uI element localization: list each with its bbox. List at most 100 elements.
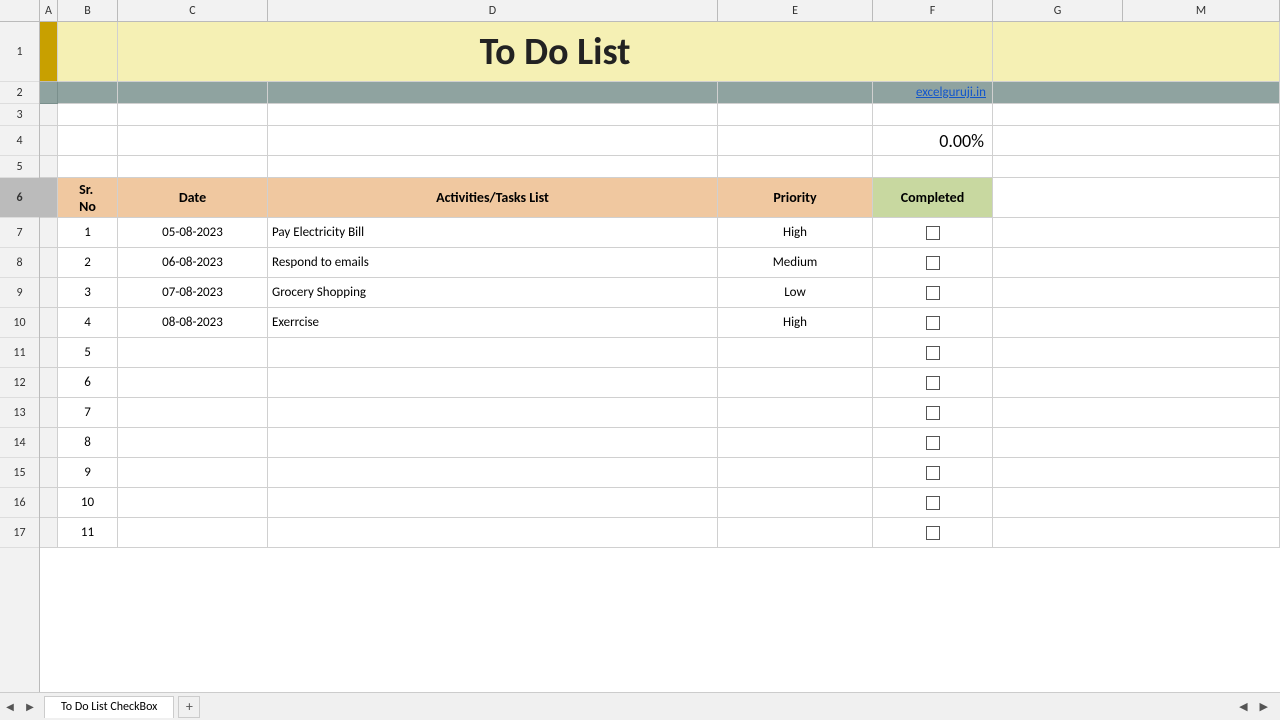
cell-priority-7[interactable]: High [718,218,873,248]
rownum-4[interactable]: 4 [0,126,39,156]
cell-date-9[interactable]: 07-08-2023 [118,278,268,308]
cell-d3[interactable] [268,104,718,126]
checkbox-15[interactable] [926,466,940,480]
cell-completed-15[interactable] [873,458,993,488]
cell-date-7[interactable]: 05-08-2023 [118,218,268,248]
cell-e3[interactable] [718,104,873,126]
checkbox-17[interactable] [926,526,940,540]
cell-completed-10[interactable] [873,308,993,338]
checkbox-16[interactable] [926,496,940,510]
cell-e4[interactable] [718,126,873,156]
cell-priority-11[interactable] [718,338,873,368]
cell-priority-13[interactable] [718,398,873,428]
rownum-7[interactable]: 7 [0,218,39,248]
cell-task-9[interactable]: Grocery Shopping [268,278,718,308]
checkbox-10[interactable] [926,316,940,330]
rownum-8[interactable]: 8 [0,248,39,278]
cell-task-11[interactable] [268,338,718,368]
cell-priority-8[interactable]: Medium [718,248,873,278]
cell-date-13[interactable] [118,398,268,428]
cell-task-12[interactable] [268,368,718,398]
cell-task-17[interactable] [268,518,718,548]
cell-date-17[interactable] [118,518,268,548]
rownum-17[interactable]: 17 [0,518,39,548]
cell-date-15[interactable] [118,458,268,488]
scroll-left[interactable]: ◀ [1235,698,1251,715]
cell-b1[interactable] [58,22,118,82]
cell-date-16[interactable] [118,488,268,518]
rownum-1[interactable]: 1 [0,22,39,82]
cell-date-12[interactable] [118,368,268,398]
cell-priority-14[interactable] [718,428,873,458]
cell-task-7[interactable]: Pay Electricity Bill [268,218,718,248]
cell-b3[interactable] [58,104,118,126]
rownum-15[interactable]: 15 [0,458,39,488]
cell-task-13[interactable] [268,398,718,428]
checkbox-13[interactable] [926,406,940,420]
col-header-b[interactable]: B [58,0,118,21]
checkbox-8[interactable] [926,256,940,270]
cell-task-10[interactable]: Exerrcise [268,308,718,338]
cell-f5[interactable] [873,156,993,178]
cell-b5[interactable] [58,156,118,178]
checkbox-11[interactable] [926,346,940,360]
cell-b4[interactable] [58,126,118,156]
checkbox-12[interactable] [926,376,940,390]
rownum-12[interactable]: 12 [0,368,39,398]
checkbox-9[interactable] [926,286,940,300]
cell-c5[interactable] [118,156,268,178]
cell-date-10[interactable]: 08-08-2023 [118,308,268,338]
cell-priority-10[interactable]: High [718,308,873,338]
cell-priority-9[interactable]: Low [718,278,873,308]
cell-priority-17[interactable] [718,518,873,548]
rownum-11[interactable]: 11 [0,338,39,368]
cell-completed-11[interactable] [873,338,993,368]
cell-date-14[interactable] [118,428,268,458]
rownum-16[interactable]: 16 [0,488,39,518]
rownum-10[interactable]: 10 [0,308,39,338]
cell-completed-9[interactable] [873,278,993,308]
cell-completed-13[interactable] [873,398,993,428]
cell-task-14[interactable] [268,428,718,458]
checkbox-14[interactable] [926,436,940,450]
cell-priority-15[interactable] [718,458,873,488]
rownum-13[interactable]: 13 [0,398,39,428]
cell-c4[interactable] [118,126,268,156]
col-header-f[interactable]: F [873,0,993,21]
cell-completed-12[interactable] [873,368,993,398]
cell-priority-12[interactable] [718,368,873,398]
rownum-3[interactable]: 3 [0,104,39,126]
cell-f3[interactable] [873,104,993,126]
nav-left-arrow[interactable]: ◀ [0,693,20,721]
col-header-m[interactable]: M [1123,0,1280,21]
checkbox-7[interactable] [926,226,940,240]
cell-task-15[interactable] [268,458,718,488]
col-header-g[interactable]: G [993,0,1123,21]
cell-task-16[interactable] [268,488,718,518]
add-sheet-button[interactable]: + [178,696,200,718]
cell-completed-16[interactable] [873,488,993,518]
nav-right-arrow[interactable]: ▶ [20,693,40,721]
sheet-tab[interactable]: To Do List CheckBox [44,696,174,718]
cell-priority-16[interactable] [718,488,873,518]
website-cell[interactable]: excelguruji.in [873,82,993,104]
col-header-d[interactable]: D [268,0,718,21]
cell-e5[interactable] [718,156,873,178]
cell-date-11[interactable] [118,338,268,368]
col-header-c[interactable]: C [118,0,268,21]
col-header-e[interactable]: E [718,0,873,21]
rownum-9[interactable]: 9 [0,278,39,308]
cell-completed-17[interactable] [873,518,993,548]
cell-date-8[interactable]: 06-08-2023 [118,248,268,278]
cell-completed-8[interactable] [873,248,993,278]
cell-d4[interactable] [268,126,718,156]
cell-c3[interactable] [118,104,268,126]
col-header-a[interactable]: A [40,0,58,21]
rownum-6[interactable]: 6 [0,178,39,218]
cell-task-8[interactable]: Respond to emails [268,248,718,278]
scroll-right[interactable]: ▶ [1256,698,1272,715]
cell-completed-14[interactable] [873,428,993,458]
website-link[interactable]: excelguruji.in [916,85,986,100]
rownum-5[interactable]: 5 [0,156,39,178]
cell-completed-7[interactable] [873,218,993,248]
